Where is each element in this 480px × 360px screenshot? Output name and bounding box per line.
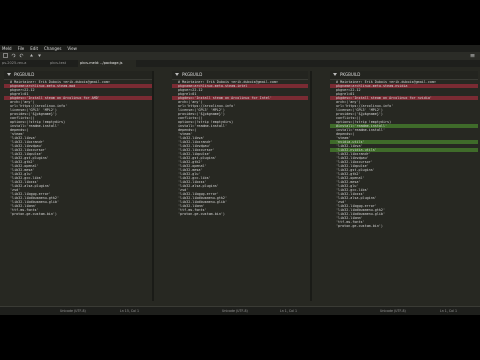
arrow-down-icon[interactable] (37, 53, 42, 58)
right-cursor-position: Ln 1, Col 1 (440, 309, 457, 313)
dropdown-icon[interactable] (7, 73, 11, 76)
undo-icon[interactable] (11, 53, 16, 58)
tab-bar: ps-2025-rev-a pkcs-test pkcs-meld: ../pa… (0, 60, 480, 67)
left-encoding[interactable]: Unicode (UTF-8) (60, 307, 86, 315)
menu-view[interactable]: View (67, 45, 77, 52)
code-line[interactable]: 'proton-ge-custom-bin') (330, 224, 478, 228)
middle-pane-header: PKGBUILD (172, 71, 308, 80)
menu-meld[interactable]: Meld (2, 45, 12, 52)
right-pane-lines: # Maintainer: Erik Dubois <erik.dubois@g… (330, 80, 478, 228)
left-diff-gutter (152, 71, 154, 301)
dropdown-icon[interactable] (175, 73, 179, 76)
line-text: 'proton-ge-custom-bin') (10, 212, 57, 216)
left-cursor-position: Ln 15, Col 1 (120, 309, 139, 313)
status-bar: Unicode (UTF-8) Ln 15, Col 1 Unicode (UT… (0, 306, 480, 315)
right-file-pane[interactable]: PKGBUILD # Maintainer: Erik Dubois <erik… (330, 71, 478, 301)
menu-bar: Meld File Edit Changes View (0, 45, 480, 52)
tab-3[interactable]: pkcs-meld: ../package.js (78, 60, 136, 67)
menu-icon[interactable] (470, 53, 475, 58)
left-file-pane[interactable]: PKGBUILD # Maintainer: Erik Dubois <erik… (4, 71, 152, 301)
middle-file-pane[interactable]: PKGBUILD # Maintainer: Erik Dubois <erik… (172, 71, 308, 301)
left-pane-header: PKGBUILD (4, 71, 152, 80)
code-line[interactable]: 'proton-ge-custom-bin') (4, 212, 152, 216)
redo-icon[interactable] (19, 53, 24, 58)
right-encoding[interactable]: Unicode (UTF-8) (380, 307, 406, 315)
right-diff-gutter (310, 71, 312, 301)
right-pane-header: PKGBUILD (330, 71, 478, 80)
menu-file[interactable]: File (18, 45, 25, 52)
tab-1[interactable]: ps-2025-rev-a (0, 60, 46, 67)
right-pane-filename: PKGBUILD (340, 72, 361, 77)
middle-pane-lines: # Maintainer: Erik Dubois <erik.dubois@g… (172, 80, 308, 216)
menu-edit[interactable]: Edit (30, 45, 38, 52)
dropdown-icon[interactable] (333, 73, 337, 76)
save-icon[interactable] (3, 53, 8, 58)
middle-pane-filename: PKGBUILD (182, 72, 203, 77)
tab-2[interactable]: pkcs-test (48, 60, 76, 67)
line-text: 'proton-ge-custom-bin') (336, 224, 383, 228)
meld-window: Meld File Edit Changes View ps-2025-rev-… (0, 45, 480, 315)
toolbar (0, 52, 480, 60)
menu-changes[interactable]: Changes (44, 45, 61, 52)
middle-cursor-position: Ln 1, Col 1 (280, 309, 297, 313)
middle-encoding[interactable]: Unicode (UTF-8) (222, 307, 248, 315)
code-line[interactable]: 'proton-ge-custom-bin') (172, 212, 308, 216)
arrow-up-icon[interactable] (29, 53, 34, 58)
left-pane-lines: # Maintainer: Erik Dubois <erik.dubois@g… (4, 80, 152, 216)
line-text: 'proton-ge-custom-bin') (178, 212, 225, 216)
left-pane-filename: PKGBUILD (14, 72, 35, 77)
